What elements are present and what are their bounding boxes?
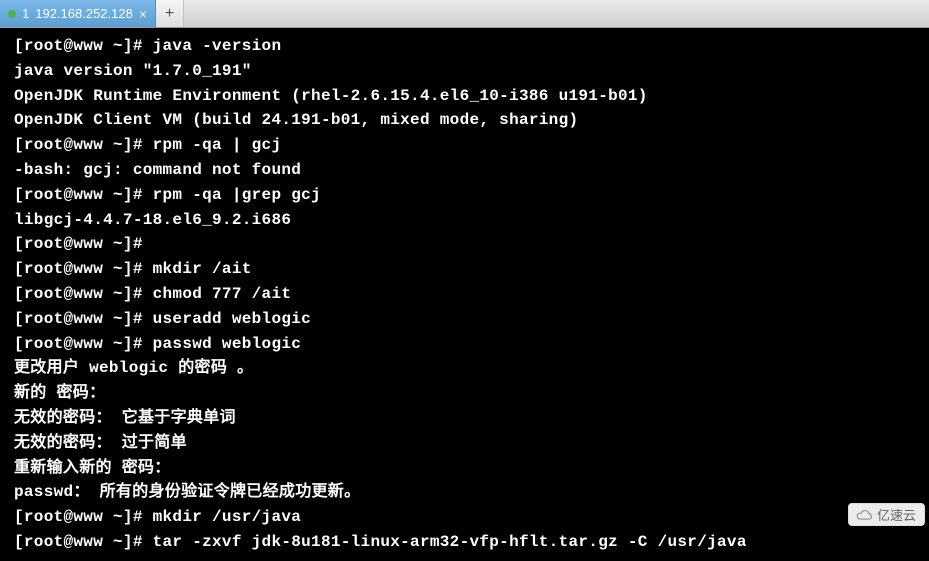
terminal-line: [root@www ~]# useradd weblogic [14, 307, 915, 332]
plus-icon: + [165, 5, 175, 23]
connection-status-icon [8, 10, 16, 18]
terminal-line: 重新输入新的 密码： [14, 456, 915, 481]
terminal-line: OpenJDK Client VM (build 24.191-b01, mix… [14, 108, 915, 133]
terminal-line: [root@www ~]# rpm -qa | gcj [14, 133, 915, 158]
watermark-text: 亿速云 [877, 505, 916, 524]
watermark: 亿速云 [848, 503, 925, 526]
terminal-line: 新的 密码： [14, 381, 915, 406]
tab-index: 1 [22, 6, 29, 21]
terminal-line: [root@www ~]# java -version [14, 34, 915, 59]
terminal-line: [root@www ~]# mkdir /ait [14, 257, 915, 282]
terminal-line: [root@www ~]# rpm -qa |grep gcj [14, 183, 915, 208]
terminal-line: libgcj-4.4.7-18.el6_9.2.i686 [14, 208, 915, 233]
terminal-line: java version "1.7.0_191" [14, 59, 915, 84]
cloud-icon [855, 508, 873, 522]
terminal-line: OpenJDK Runtime Environment (rhel-2.6.15… [14, 84, 915, 109]
tab-title: 192.168.252.128 [35, 6, 133, 21]
terminal-line: [root@www ~]# passwd weblogic [14, 332, 915, 357]
terminal-line: [root@www ~]# chmod 777 /ait [14, 282, 915, 307]
terminal-line: -bash: gcj: command not found [14, 158, 915, 183]
tab-active[interactable]: 1 192.168.252.128 × [0, 0, 156, 27]
terminal-line: 更改用户 weblogic 的密码 。 [14, 356, 915, 381]
close-icon[interactable]: × [139, 7, 147, 21]
terminal-line: 无效的密码： 它基于字典单词 [14, 406, 915, 431]
terminal-output[interactable]: [root@www ~]# java -versionjava version … [0, 28, 929, 561]
terminal-line: passwd： 所有的身份验证令牌已经成功更新。 [14, 480, 915, 505]
terminal-line: [root@www ~]# tar -zxvf jdk-8u181-linux-… [14, 530, 915, 555]
add-tab-button[interactable]: + [156, 0, 184, 27]
terminal-line: 无效的密码： 过于简单 [14, 431, 915, 456]
terminal-line: [root@www ~]# [14, 232, 915, 257]
terminal-line: [root@www ~]# mkdir /usr/java [14, 505, 915, 530]
tab-bar: 1 192.168.252.128 × + [0, 0, 929, 28]
